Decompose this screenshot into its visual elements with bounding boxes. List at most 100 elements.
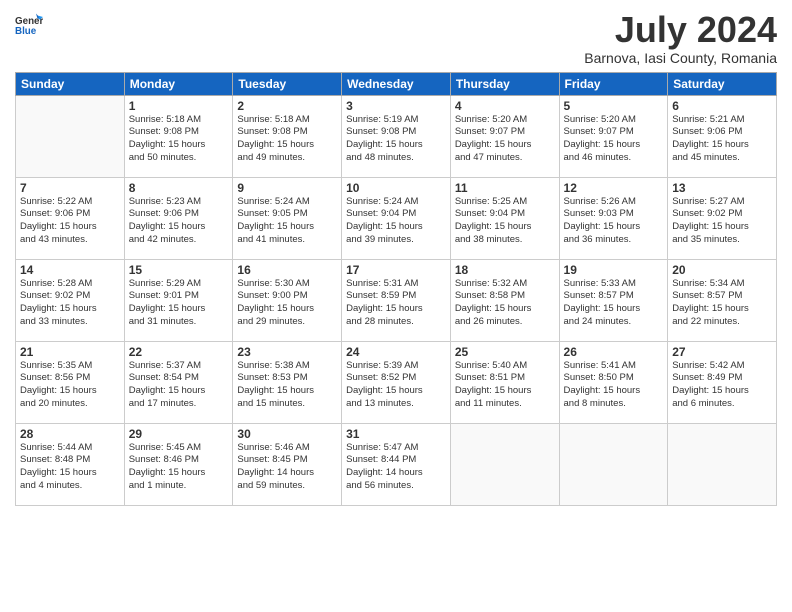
cell-info: Sunrise: 5:40 AM Sunset: 8:51 PM Dayligh…: [455, 360, 555, 411]
title-area: July 2024 Barnova, Iasi County, Romania: [584, 10, 777, 66]
day-number: 16: [237, 263, 337, 277]
day-number: 19: [564, 263, 664, 277]
calendar-cell: 21Sunrise: 5:35 AM Sunset: 8:56 PM Dayli…: [16, 341, 125, 423]
day-number: 2: [237, 99, 337, 113]
calendar-week-row: 7Sunrise: 5:22 AM Sunset: 9:06 PM Daylig…: [16, 177, 777, 259]
day-number: 22: [129, 345, 229, 359]
day-number: 28: [20, 427, 120, 441]
day-number: 17: [346, 263, 446, 277]
calendar-cell: 4Sunrise: 5:20 AM Sunset: 9:07 PM Daylig…: [450, 95, 559, 177]
cell-info: Sunrise: 5:38 AM Sunset: 8:53 PM Dayligh…: [237, 360, 337, 411]
weekday-header-friday: Friday: [559, 72, 668, 95]
calendar-cell: 20Sunrise: 5:34 AM Sunset: 8:57 PM Dayli…: [668, 259, 777, 341]
calendar-cell: 19Sunrise: 5:33 AM Sunset: 8:57 PM Dayli…: [559, 259, 668, 341]
cell-info: Sunrise: 5:44 AM Sunset: 8:48 PM Dayligh…: [20, 442, 120, 493]
weekday-header-tuesday: Tuesday: [233, 72, 342, 95]
calendar-cell: 13Sunrise: 5:27 AM Sunset: 9:02 PM Dayli…: [668, 177, 777, 259]
weekday-header-sunday: Sunday: [16, 72, 125, 95]
day-number: 11: [455, 181, 555, 195]
calendar-week-row: 14Sunrise: 5:28 AM Sunset: 9:02 PM Dayli…: [16, 259, 777, 341]
cell-info: Sunrise: 5:39 AM Sunset: 8:52 PM Dayligh…: [346, 360, 446, 411]
day-number: 21: [20, 345, 120, 359]
logo-icon: General Blue: [15, 10, 43, 38]
calendar-table: SundayMondayTuesdayWednesdayThursdayFrid…: [15, 72, 777, 506]
location-subtitle: Barnova, Iasi County, Romania: [584, 50, 777, 66]
calendar-cell: 9Sunrise: 5:24 AM Sunset: 9:05 PM Daylig…: [233, 177, 342, 259]
cell-info: Sunrise: 5:21 AM Sunset: 9:06 PM Dayligh…: [672, 114, 772, 165]
calendar-cell: 27Sunrise: 5:42 AM Sunset: 8:49 PM Dayli…: [668, 341, 777, 423]
cell-info: Sunrise: 5:18 AM Sunset: 9:08 PM Dayligh…: [129, 114, 229, 165]
day-number: 4: [455, 99, 555, 113]
cell-info: Sunrise: 5:30 AM Sunset: 9:00 PM Dayligh…: [237, 278, 337, 329]
calendar-cell: 26Sunrise: 5:41 AM Sunset: 8:50 PM Dayli…: [559, 341, 668, 423]
day-number: 13: [672, 181, 772, 195]
cell-info: Sunrise: 5:41 AM Sunset: 8:50 PM Dayligh…: [564, 360, 664, 411]
cell-info: Sunrise: 5:45 AM Sunset: 8:46 PM Dayligh…: [129, 442, 229, 493]
cell-info: Sunrise: 5:19 AM Sunset: 9:08 PM Dayligh…: [346, 114, 446, 165]
calendar-cell: 17Sunrise: 5:31 AM Sunset: 8:59 PM Dayli…: [342, 259, 451, 341]
cell-info: Sunrise: 5:24 AM Sunset: 9:04 PM Dayligh…: [346, 196, 446, 247]
calendar-page: General Blue July 2024 Barnova, Iasi Cou…: [0, 0, 792, 612]
cell-info: Sunrise: 5:22 AM Sunset: 9:06 PM Dayligh…: [20, 196, 120, 247]
day-number: 25: [455, 345, 555, 359]
calendar-cell: 1Sunrise: 5:18 AM Sunset: 9:08 PM Daylig…: [124, 95, 233, 177]
calendar-cell: [668, 423, 777, 505]
day-number: 30: [237, 427, 337, 441]
day-number: 27: [672, 345, 772, 359]
cell-info: Sunrise: 5:18 AM Sunset: 9:08 PM Dayligh…: [237, 114, 337, 165]
day-number: 15: [129, 263, 229, 277]
calendar-cell: 3Sunrise: 5:19 AM Sunset: 9:08 PM Daylig…: [342, 95, 451, 177]
cell-info: Sunrise: 5:35 AM Sunset: 8:56 PM Dayligh…: [20, 360, 120, 411]
calendar-cell: 18Sunrise: 5:32 AM Sunset: 8:58 PM Dayli…: [450, 259, 559, 341]
logo: General Blue: [15, 10, 43, 38]
calendar-cell: 29Sunrise: 5:45 AM Sunset: 8:46 PM Dayli…: [124, 423, 233, 505]
calendar-cell: 2Sunrise: 5:18 AM Sunset: 9:08 PM Daylig…: [233, 95, 342, 177]
weekday-header-saturday: Saturday: [668, 72, 777, 95]
calendar-week-row: 1Sunrise: 5:18 AM Sunset: 9:08 PM Daylig…: [16, 95, 777, 177]
day-number: 31: [346, 427, 446, 441]
calendar-cell: 10Sunrise: 5:24 AM Sunset: 9:04 PM Dayli…: [342, 177, 451, 259]
day-number: 8: [129, 181, 229, 195]
cell-info: Sunrise: 5:42 AM Sunset: 8:49 PM Dayligh…: [672, 360, 772, 411]
calendar-cell: 16Sunrise: 5:30 AM Sunset: 9:00 PM Dayli…: [233, 259, 342, 341]
cell-info: Sunrise: 5:47 AM Sunset: 8:44 PM Dayligh…: [346, 442, 446, 493]
day-number: 3: [346, 99, 446, 113]
day-number: 9: [237, 181, 337, 195]
calendar-cell: 22Sunrise: 5:37 AM Sunset: 8:54 PM Dayli…: [124, 341, 233, 423]
day-number: 10: [346, 181, 446, 195]
day-number: 7: [20, 181, 120, 195]
cell-info: Sunrise: 5:24 AM Sunset: 9:05 PM Dayligh…: [237, 196, 337, 247]
cell-info: Sunrise: 5:20 AM Sunset: 9:07 PM Dayligh…: [455, 114, 555, 165]
cell-info: Sunrise: 5:37 AM Sunset: 8:54 PM Dayligh…: [129, 360, 229, 411]
cell-info: Sunrise: 5:32 AM Sunset: 8:58 PM Dayligh…: [455, 278, 555, 329]
cell-info: Sunrise: 5:31 AM Sunset: 8:59 PM Dayligh…: [346, 278, 446, 329]
calendar-cell: 28Sunrise: 5:44 AM Sunset: 8:48 PM Dayli…: [16, 423, 125, 505]
cell-info: Sunrise: 5:28 AM Sunset: 9:02 PM Dayligh…: [20, 278, 120, 329]
calendar-cell: 30Sunrise: 5:46 AM Sunset: 8:45 PM Dayli…: [233, 423, 342, 505]
cell-info: Sunrise: 5:27 AM Sunset: 9:02 PM Dayligh…: [672, 196, 772, 247]
calendar-cell: 15Sunrise: 5:29 AM Sunset: 9:01 PM Dayli…: [124, 259, 233, 341]
month-year-title: July 2024: [584, 10, 777, 50]
calendar-cell: 25Sunrise: 5:40 AM Sunset: 8:51 PM Dayli…: [450, 341, 559, 423]
cell-info: Sunrise: 5:29 AM Sunset: 9:01 PM Dayligh…: [129, 278, 229, 329]
cell-info: Sunrise: 5:23 AM Sunset: 9:06 PM Dayligh…: [129, 196, 229, 247]
calendar-cell: [450, 423, 559, 505]
day-number: 12: [564, 181, 664, 195]
calendar-cell: [559, 423, 668, 505]
calendar-cell: 7Sunrise: 5:22 AM Sunset: 9:06 PM Daylig…: [16, 177, 125, 259]
day-number: 26: [564, 345, 664, 359]
day-number: 20: [672, 263, 772, 277]
day-number: 1: [129, 99, 229, 113]
header: General Blue July 2024 Barnova, Iasi Cou…: [15, 10, 777, 66]
calendar-cell: 31Sunrise: 5:47 AM Sunset: 8:44 PM Dayli…: [342, 423, 451, 505]
svg-text:Blue: Blue: [15, 26, 37, 37]
day-number: 5: [564, 99, 664, 113]
weekday-header-thursday: Thursday: [450, 72, 559, 95]
cell-info: Sunrise: 5:46 AM Sunset: 8:45 PM Dayligh…: [237, 442, 337, 493]
cell-info: Sunrise: 5:20 AM Sunset: 9:07 PM Dayligh…: [564, 114, 664, 165]
day-number: 23: [237, 345, 337, 359]
calendar-cell: 8Sunrise: 5:23 AM Sunset: 9:06 PM Daylig…: [124, 177, 233, 259]
day-number: 29: [129, 427, 229, 441]
calendar-cell: 6Sunrise: 5:21 AM Sunset: 9:06 PM Daylig…: [668, 95, 777, 177]
calendar-week-row: 28Sunrise: 5:44 AM Sunset: 8:48 PM Dayli…: [16, 423, 777, 505]
